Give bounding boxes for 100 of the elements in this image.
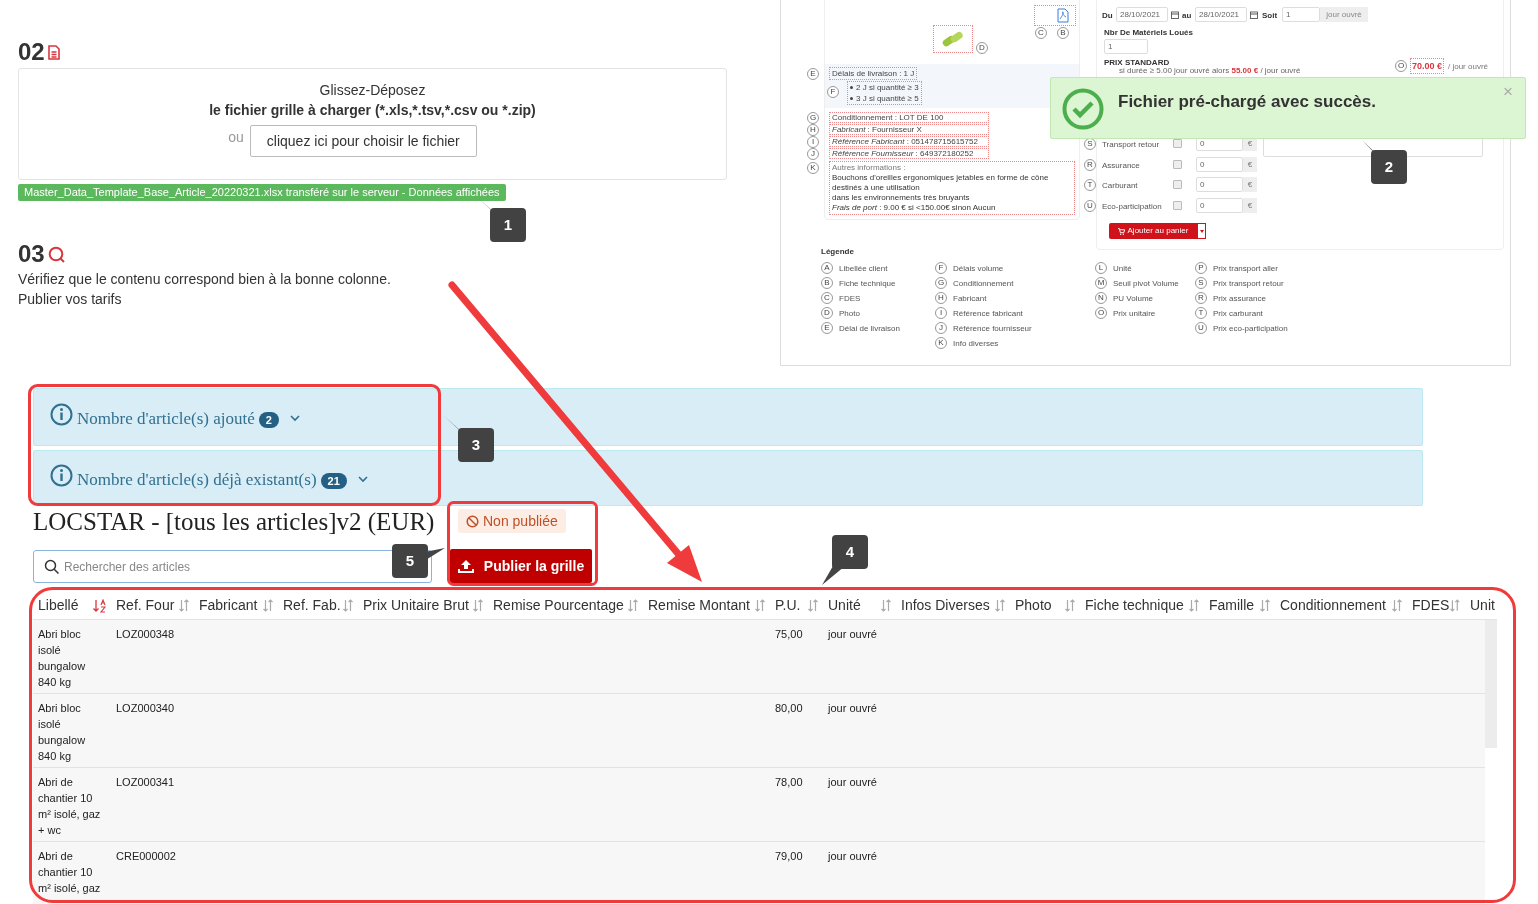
column-header[interactable]: P.U. bbox=[775, 595, 801, 616]
extra-checkbox[interactable] bbox=[1173, 139, 1182, 148]
price-unit: / jour ouvré bbox=[1448, 61, 1489, 73]
scrollbar[interactable] bbox=[1485, 620, 1497, 748]
earplugs-drawing bbox=[940, 30, 966, 48]
column-header[interactable]: Prix Unitaire Brut bbox=[363, 595, 469, 616]
sort-icon[interactable] bbox=[262, 599, 274, 612]
instruction-text: Publier vos tarifs bbox=[18, 290, 123, 309]
add-to-cart-button[interactable]: Ajouter au panier bbox=[1109, 223, 1197, 239]
instruction-text: Vérifiez que le contenu correspond bien à la bonne colonne. bbox=[18, 270, 392, 289]
sort-icon[interactable] bbox=[754, 599, 766, 612]
file-icon bbox=[47, 44, 60, 60]
legend-label: Délai de livraison bbox=[839, 323, 900, 335]
volume-delay: 2 J si quantité ≥ 3 bbox=[856, 82, 919, 93]
legend-label: Fabricant bbox=[953, 293, 987, 305]
dropdown-toggle[interactable] bbox=[1197, 223, 1206, 239]
pdf-file-icon[interactable] bbox=[1057, 8, 1069, 23]
chevron-icon[interactable] bbox=[356, 474, 369, 484]
extra-label: Carburant bbox=[1102, 180, 1138, 192]
unit-price: 70.00 € bbox=[1410, 58, 1445, 74]
table-cell-text: Abri bloc isolé bungalow 840 kg bbox=[38, 701, 87, 764]
extra-checkbox[interactable] bbox=[1173, 180, 1182, 189]
legend-label: Référence fabricant bbox=[953, 308, 1023, 320]
table-cell-text: 80,00 bbox=[775, 701, 804, 716]
column-header[interactable]: Fiche technique bbox=[1085, 595, 1184, 616]
cart-icon bbox=[1117, 227, 1125, 235]
column-header[interactable]: Infos Diverses bbox=[901, 595, 990, 616]
currency-addon: € bbox=[1243, 197, 1257, 213]
sort-az-icon[interactable] bbox=[93, 598, 107, 613]
column-header[interactable]: Unité bbox=[828, 595, 861, 616]
sort-icon[interactable] bbox=[807, 599, 819, 612]
sort-icon[interactable] bbox=[342, 599, 354, 612]
calendar-icon[interactable] bbox=[1250, 11, 1258, 19]
column-header[interactable]: Remise Montant bbox=[648, 595, 750, 616]
sort-icon[interactable] bbox=[880, 599, 892, 612]
column-header[interactable]: Famille bbox=[1209, 595, 1255, 616]
legend-label: Délais volume bbox=[953, 263, 1004, 275]
column-header[interactable]: Conditionnement bbox=[1280, 595, 1386, 616]
legend-label: Prix transport aller bbox=[1213, 263, 1278, 275]
column-header[interactable]: Libellé bbox=[38, 595, 79, 616]
table-cell-text: CRE000002 bbox=[116, 849, 177, 864]
step-number: 02 bbox=[18, 37, 45, 67]
product-detail: Fabricant : Fournisseur X bbox=[829, 124, 989, 135]
summary-panel[interactable]: Nombre d'article(s) déjà existant(s) 21 bbox=[33, 450, 1423, 506]
date-field[interactable]: 28/10/2021 bbox=[1116, 7, 1168, 22]
table-cell-text: jour ouvré bbox=[828, 627, 877, 642]
duration-unit: jour ouvré bbox=[1320, 7, 1368, 22]
legend-label: Prix eco-participation bbox=[1213, 323, 1288, 335]
count-badge: 2 bbox=[258, 412, 279, 428]
price-label: PRIX STANDARD bbox=[1104, 57, 1170, 68]
table-cell-text: LOZ000348 bbox=[116, 627, 176, 642]
legend-title: Légende bbox=[821, 246, 854, 258]
publish-button[interactable]: Publier la grille bbox=[450, 549, 592, 583]
quantity-field[interactable]: 1 bbox=[1104, 39, 1148, 54]
sort-icon[interactable] bbox=[472, 599, 484, 612]
date-field[interactable]: 28/10/2021 bbox=[1195, 7, 1247, 22]
legend-label: Seuil pivot Volume bbox=[1113, 278, 1179, 290]
extra-amount-field[interactable]: 0 bbox=[1196, 197, 1243, 213]
column-header[interactable]: Ref. Four bbox=[116, 595, 175, 616]
sort-icon[interactable] bbox=[1188, 599, 1200, 612]
column-header[interactable]: Remise Pourcentage bbox=[493, 595, 624, 616]
column-header[interactable]: Unit bbox=[1470, 595, 1495, 616]
legend-label: Prix transport retour bbox=[1213, 278, 1284, 290]
sort-icon[interactable] bbox=[994, 599, 1006, 612]
duration-field[interactable]: 1 bbox=[1282, 7, 1320, 22]
table-cell-text: Abri bloc isolé bungalow 840 kg bbox=[38, 627, 87, 690]
volume-delay: 3 J si quantité ≥ 5 bbox=[856, 93, 919, 104]
choose-file-button[interactable]: cliquez ici pour choisir le fichier bbox=[249, 125, 477, 157]
bullet-icon bbox=[850, 97, 853, 100]
product-detail: Référence Fournisseur : 649372180252 bbox=[829, 148, 989, 159]
quantity-label: Nbr De Matériels Loués bbox=[1104, 27, 1193, 39]
column-header[interactable]: Ref. Fab. bbox=[283, 595, 341, 616]
sort-icon[interactable] bbox=[178, 599, 190, 612]
step-number: 03 bbox=[18, 239, 45, 269]
legend-label: Conditionnement bbox=[953, 278, 1014, 290]
product-detail: Référence Fabricant : 051478715615752 bbox=[829, 136, 989, 147]
legend-label: Fiche technique bbox=[839, 278, 896, 290]
calendar-icon[interactable] bbox=[1171, 11, 1179, 19]
legend-label: Libellée client bbox=[839, 263, 888, 275]
extra-checkbox[interactable] bbox=[1173, 200, 1182, 210]
toast-message: Fichier pré-chargé avec succès. bbox=[1118, 91, 1376, 113]
sort-icon[interactable] bbox=[1064, 599, 1076, 612]
drop-formats: le fichier grille à charger (*.xls,*.tsv,*.csv ou *.zip) bbox=[209, 101, 536, 120]
sort-icon[interactable] bbox=[627, 599, 639, 612]
table-cell-text: LOZ000340 bbox=[116, 701, 176, 716]
column-header[interactable]: Fabricant bbox=[199, 595, 258, 616]
column-header[interactable]: Photo bbox=[1015, 595, 1052, 616]
legend-label: Prix assurance bbox=[1213, 293, 1266, 305]
extra-amount-field[interactable]: 0 bbox=[1196, 177, 1243, 192]
extra-amount-field[interactable]: 0 bbox=[1196, 156, 1243, 172]
sort-icon[interactable] bbox=[1259, 599, 1271, 612]
drop-hint: Glissez-Déposez bbox=[319, 81, 426, 100]
extra-checkbox[interactable] bbox=[1173, 159, 1182, 169]
column-header[interactable]: FDES bbox=[1412, 595, 1450, 616]
table-cell-text: 78,00 bbox=[775, 775, 804, 790]
chevron-icon[interactable] bbox=[288, 413, 301, 423]
legend-label: Prix unitaire bbox=[1113, 308, 1156, 320]
search-icon bbox=[47, 245, 66, 263]
sort-icon[interactable] bbox=[1391, 599, 1403, 612]
sort-icon[interactable] bbox=[1449, 599, 1461, 612]
